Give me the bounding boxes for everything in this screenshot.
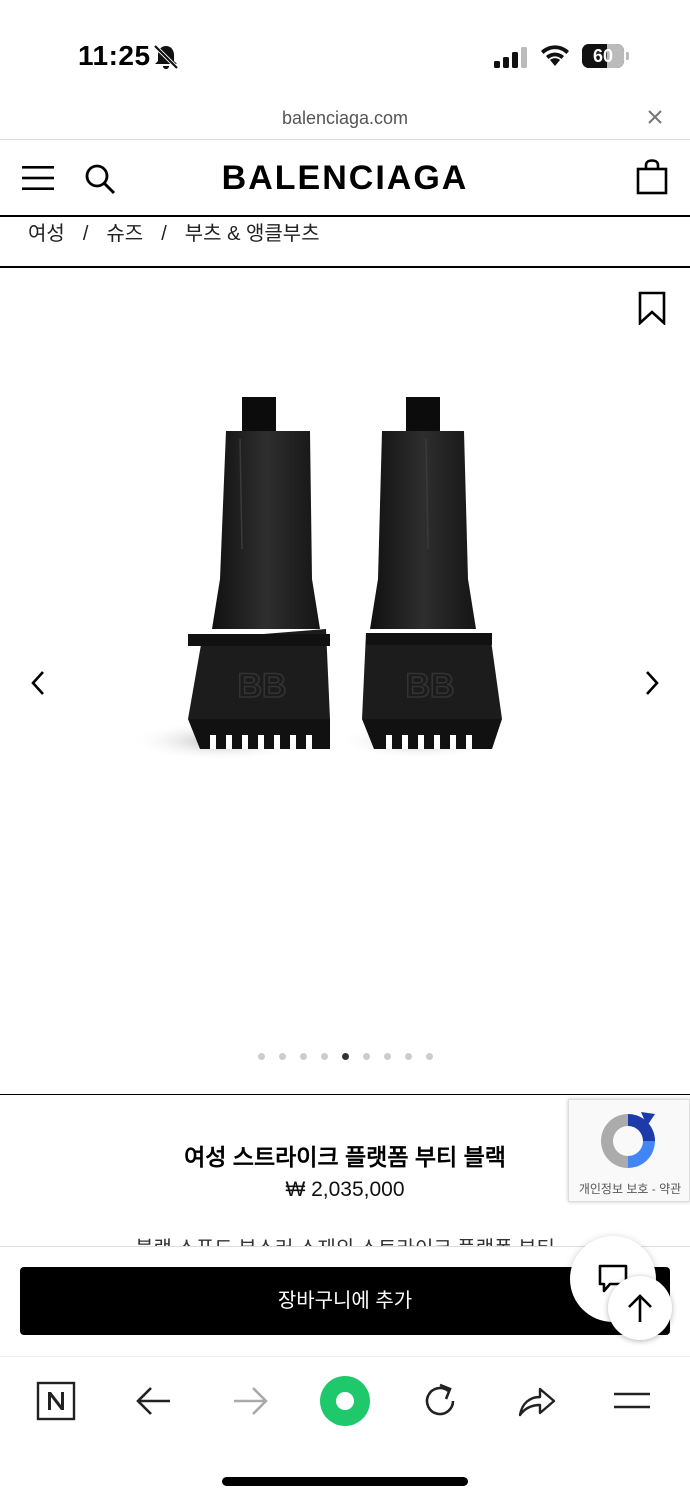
site-header: BALENCIAGA xyxy=(0,141,690,217)
refresh-icon[interactable] xyxy=(418,1379,462,1423)
breadcrumb-item-shoes[interactable]: 슈즈 xyxy=(106,217,143,246)
carousel-pagination xyxy=(0,1053,690,1060)
breadcrumb-separator: / xyxy=(82,223,89,245)
recaptcha-icon xyxy=(601,1112,655,1168)
carousel-dot[interactable] xyxy=(299,1053,307,1060)
battery-level: 60 xyxy=(592,46,614,66)
recaptcha-terms[interactable]: 개인정보 보호 - 약관 xyxy=(569,1180,690,1197)
carousel-dot[interactable] xyxy=(278,1053,286,1060)
home-indicator[interactable] xyxy=(222,1477,468,1486)
svg-text:BB: BB xyxy=(237,667,286,705)
carousel-dot[interactable] xyxy=(425,1053,433,1060)
battery-icon: 60 xyxy=(582,44,630,68)
status-time: 11:25 xyxy=(78,40,151,71)
green-dot-icon[interactable] xyxy=(318,1374,372,1428)
forward-arrow-icon[interactable] xyxy=(228,1379,272,1423)
close-icon[interactable] xyxy=(646,108,664,126)
status-bar: 11:25 60 xyxy=(0,0,690,100)
breadcrumb: 여성 / 슈즈 / 부츠 & 앵클부츠 xyxy=(0,217,690,268)
cellular-signal-icon xyxy=(494,47,527,68)
browser-toolbar xyxy=(0,1356,690,1500)
scroll-to-top-button[interactable] xyxy=(608,1276,672,1340)
breadcrumb-separator: / xyxy=(161,223,167,245)
more-menu-icon[interactable] xyxy=(610,1379,654,1423)
product-gallery[interactable]: BB BB xyxy=(0,269,690,1095)
arrow-up-icon xyxy=(628,1294,652,1322)
recaptcha-badge[interactable]: 개인정보 보호 - 약관 xyxy=(568,1099,690,1202)
breadcrumb-item-women[interactable]: 여성 xyxy=(28,217,65,246)
share-icon[interactable] xyxy=(514,1379,558,1423)
breadcrumb-item-boots[interactable]: 부츠 & 앵클부츠 xyxy=(185,217,320,246)
carousel-dot[interactable] xyxy=(404,1053,412,1060)
svg-text:BB: BB xyxy=(405,667,454,705)
product-image: BB BB xyxy=(130,397,502,761)
bell-slash-icon xyxy=(153,44,179,70)
carousel-dot[interactable] xyxy=(257,1053,265,1060)
back-arrow-icon[interactable] xyxy=(132,1379,176,1423)
wifi-icon xyxy=(541,45,569,66)
carousel-dot[interactable] xyxy=(320,1053,328,1060)
carousel-dot[interactable] xyxy=(362,1053,370,1060)
address-bar[interactable]: balenciaga.com xyxy=(0,100,690,140)
brand-logo[interactable]: BALENCIAGA xyxy=(0,159,690,198)
naver-home-icon[interactable] xyxy=(34,1379,78,1423)
url-text[interactable]: balenciaga.com xyxy=(0,108,690,129)
chevron-left-icon[interactable] xyxy=(28,669,48,697)
shopping-bag-icon[interactable] xyxy=(636,159,668,195)
carousel-dot[interactable] xyxy=(383,1053,391,1060)
chevron-right-icon[interactable] xyxy=(642,669,662,697)
bookmark-icon[interactable] xyxy=(638,291,666,325)
carousel-dot[interactable] xyxy=(341,1053,349,1060)
